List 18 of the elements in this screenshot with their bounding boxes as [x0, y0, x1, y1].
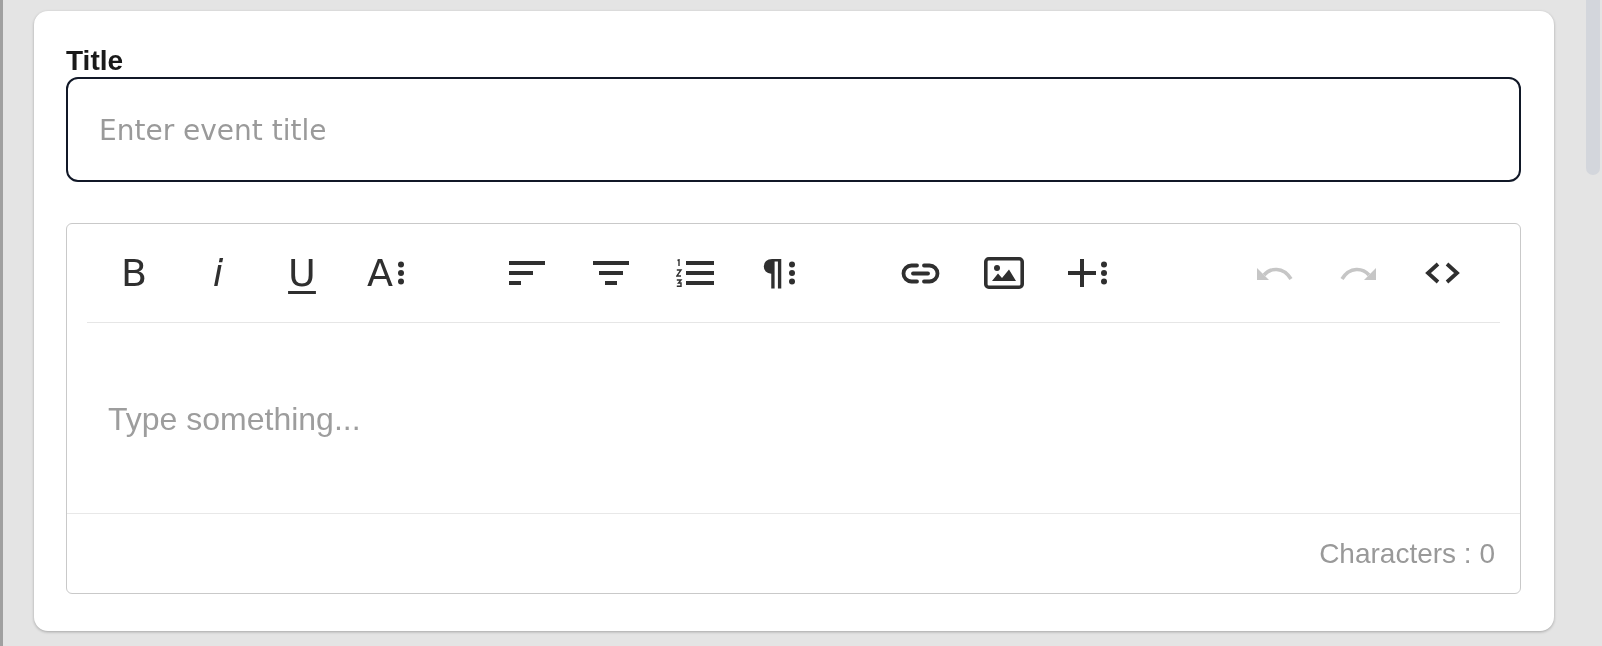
align-left-icon — [509, 261, 545, 285]
title-input[interactable]: Enter event title — [66, 77, 1521, 182]
field-label: Title — [66, 45, 124, 77]
bold-button[interactable]: B — [98, 249, 170, 297]
chain-link-icon — [900, 262, 940, 284]
character-count: Characters : 0 — [1319, 537, 1495, 570]
undo-icon — [1255, 265, 1293, 281]
numbered-list-icon — [676, 259, 714, 287]
plus-icon — [1068, 259, 1096, 287]
italic-button[interactable]: i — [182, 249, 254, 297]
image-icon — [984, 257, 1024, 289]
font-size-button[interactable]: A — [350, 249, 422, 297]
text-editor[interactable]: B i U A ¶ Type something... Characters : 0 — [66, 223, 1521, 594]
align-center-icon — [593, 261, 629, 285]
underline-button[interactable]: U — [266, 249, 338, 297]
redo-icon — [1339, 265, 1377, 281]
paragraph-button[interactable]: ¶ — [743, 249, 815, 297]
editor-text-area[interactable]: Type something... — [67, 323, 1520, 513]
